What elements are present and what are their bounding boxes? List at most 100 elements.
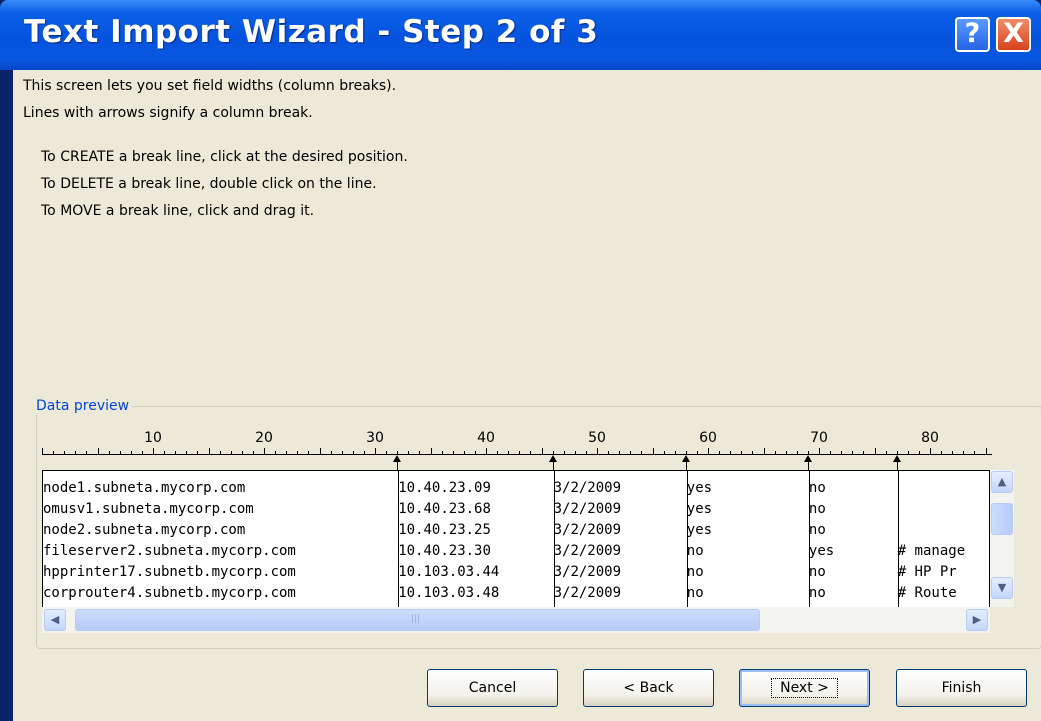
- ruler-tick: [463, 451, 465, 454]
- preview-cell: 10.40.23.09: [398, 480, 491, 496]
- preview-cell: no: [808, 585, 826, 601]
- column-break-line[interactable]: [553, 471, 555, 607]
- column-break-stem: [896, 461, 898, 470]
- ruler-tick: [796, 451, 798, 454]
- preview-cell: node2.subneta.mycorp.com: [43, 522, 246, 538]
- ruler-tick: [674, 451, 676, 454]
- ruler-tick: [685, 451, 687, 454]
- ruler-tick: [963, 451, 965, 454]
- ruler-tick: [819, 448, 820, 454]
- vertical-scroll-thumb[interactable]: [991, 503, 1013, 535]
- scroll-down-button[interactable]: ▼: [991, 577, 1013, 599]
- ruler-label: 60: [699, 430, 717, 446]
- ruler-tick: [852, 451, 854, 454]
- ruler-tick: [486, 448, 487, 454]
- ruler-tick: [952, 451, 954, 454]
- preview-cell: # HP Pr: [897, 564, 957, 580]
- preview-cell: 3/2/2009: [553, 564, 622, 580]
- preview-cell: # manage: [897, 543, 966, 559]
- help-button[interactable]: ?: [955, 17, 990, 52]
- ruler-tick: [286, 451, 288, 454]
- ruler-tick: [552, 451, 554, 454]
- preview-cell: 3/2/2009: [553, 585, 622, 601]
- finish-button[interactable]: Finish: [896, 669, 1027, 707]
- ruler-tick: [452, 451, 454, 454]
- column-break-stem: [685, 461, 687, 470]
- column-break-line[interactable]: [398, 471, 400, 607]
- back-button-label: < Back: [623, 680, 674, 696]
- next-button[interactable]: Next >: [739, 669, 870, 707]
- ruler-tick: [419, 451, 421, 454]
- close-button[interactable]: X: [996, 17, 1031, 52]
- column-break-stem: [807, 461, 809, 470]
- ruler-tick: [630, 451, 632, 454]
- ruler-tick: [341, 451, 343, 454]
- help-icon: ?: [964, 18, 981, 49]
- ruler-tick: [863, 451, 865, 454]
- preview-cell: 10.103.03.44: [398, 564, 500, 580]
- ruler-tick: [519, 451, 521, 454]
- title-bar[interactable]: Text Import Wizard - Step 2 of 3 ? X: [0, 0, 1041, 70]
- scroll-up-button[interactable]: ▲: [991, 471, 1013, 493]
- cancel-button[interactable]: Cancel: [427, 669, 558, 707]
- dialog-window: Text Import Wizard - Step 2 of 3 ? X Thi…: [0, 0, 1041, 721]
- back-button[interactable]: < Back: [583, 669, 714, 707]
- ruler-tick: [885, 451, 887, 454]
- preview-cell: yes: [686, 501, 713, 517]
- column-ruler[interactable]: 10 20 30 40 50 60 70 80: [42, 430, 992, 470]
- ruler-tick: [252, 451, 254, 454]
- ruler-tick: [541, 448, 543, 454]
- preview-cell: no: [808, 480, 826, 496]
- preview-cell: no: [686, 543, 704, 559]
- ruler-tick: [641, 451, 643, 454]
- ruler-label: 80: [921, 430, 939, 446]
- ruler-tick: [907, 451, 909, 454]
- preview-cell: fileserver2.subneta.mycorp.com: [43, 543, 296, 559]
- ruler-tick: [619, 451, 621, 454]
- preview-cell: 10.40.23.68: [398, 501, 491, 517]
- ruler-tick: [397, 451, 399, 454]
- ruler-tick: [241, 451, 243, 454]
- column-break-line[interactable]: [686, 471, 688, 607]
- ruler-tick: [164, 451, 166, 454]
- ruler-tick: [974, 451, 976, 454]
- finish-button-label: Finish: [941, 680, 982, 696]
- scroll-right-button[interactable]: ▶: [966, 609, 988, 631]
- ruler-tick: [264, 448, 265, 454]
- ruler-tick: [530, 451, 532, 454]
- ruler-tick: [597, 448, 598, 454]
- instruction-line-1: This screen lets you set field widths (c…: [23, 78, 397, 94]
- ruler-tick: [352, 451, 354, 454]
- ruler-tick: [386, 451, 388, 454]
- instruction-create: To CREATE a break line, click at the des…: [41, 149, 408, 165]
- preview-cell: no: [808, 564, 826, 580]
- ruler-tick: [696, 451, 698, 454]
- ruler-tick: [219, 451, 221, 454]
- scroll-left-button[interactable]: ◀: [44, 609, 66, 631]
- column-break-line[interactable]: [808, 471, 810, 607]
- column-break-stem: [397, 461, 399, 470]
- horizontal-scrollbar[interactable]: ◀ ||| ▶: [42, 607, 990, 633]
- ruler-tick: [308, 451, 310, 454]
- ruler-tick: [807, 451, 809, 454]
- horizontal-scroll-thumb[interactable]: |||: [75, 609, 760, 631]
- ruler-tick: [497, 451, 499, 454]
- preview-cell: no: [808, 522, 826, 538]
- ruler-tick: [53, 451, 55, 454]
- ruler-tick: [585, 451, 587, 454]
- grip-icon: |||: [411, 614, 421, 624]
- vertical-scrollbar[interactable]: ▲ ▼: [990, 470, 1014, 607]
- preview-cell: # Route: [897, 585, 957, 601]
- ruler-tick: [874, 448, 876, 454]
- preview-cell: 3/2/2009: [553, 543, 622, 559]
- preview-cell: hpprinter17.subnetb.mycorp.com: [43, 564, 296, 580]
- ruler-tick: [652, 448, 654, 454]
- ruler-tick: [153, 448, 154, 454]
- column-break-line[interactable]: [897, 471, 899, 607]
- window-title: Text Import Wizard - Step 2 of 3: [24, 14, 599, 50]
- data-preview-grid[interactable]: node1.subneta.mycorp.com 10.40.23.09 3/2/2…: [42, 470, 990, 607]
- ruler-tick: [918, 451, 920, 454]
- ruler-tick: [275, 451, 277, 454]
- ruler-tick: [42, 448, 43, 454]
- preview-cell: 10.40.23.25: [398, 522, 491, 538]
